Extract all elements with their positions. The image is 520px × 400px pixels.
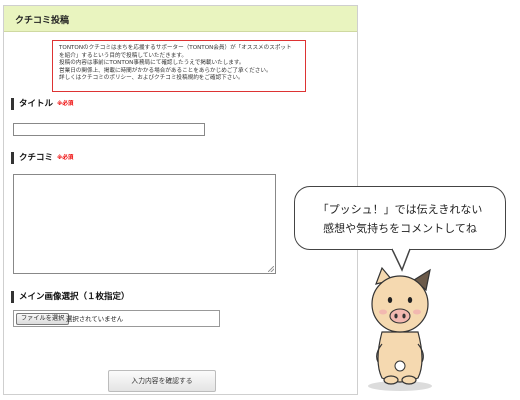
required-badge: ※必須 xyxy=(57,101,74,107)
notice-box: TONTONのクチコミはまちを応援するサポーター（TONTON会員）が「オススメ… xyxy=(52,40,306,92)
title-label: タイトル xyxy=(19,99,54,109)
notice-line: 詳しくはクチコミのポリシー、およびクチコミ投稿規約をご確認下さい。 xyxy=(59,75,244,82)
notice-line: TONTONのクチコミはまちを応援するサポーター（TONTON会員）が「オススメ… xyxy=(59,45,292,51)
title-section-label: タイトル ※必須 xyxy=(11,98,73,110)
confirm-input-button[interactable]: 入力内容を確認する xyxy=(108,370,216,392)
bubble-line: 「プッシュ！」では伝えきれない xyxy=(317,203,483,216)
review-section-label: クチコミ ※必須 xyxy=(11,152,73,164)
review-textarea[interactable] xyxy=(13,174,276,274)
file-input: ファイルを選択 選択されていません xyxy=(13,310,220,327)
panel-title: クチコミ投稿 xyxy=(15,16,70,26)
speech-bubble: 「プッシュ！」では伝えきれない 感想や気持ちをコメントしてね xyxy=(294,186,506,250)
notice-line: 投稿の内容は事前にTONTON事務局にて確認したうえで掲載いたします。 xyxy=(59,60,245,67)
panel-header: クチコミ投稿 xyxy=(4,6,357,32)
image-label: メイン画像選択（１枚指定） xyxy=(19,292,130,302)
title-input[interactable] xyxy=(13,123,205,136)
file-status-text: 選択されていません xyxy=(66,315,124,323)
pig-mascot-icon xyxy=(368,266,432,391)
review-label: クチコミ xyxy=(19,153,54,163)
bubble-line: 感想や気持ちをコメントしてね xyxy=(323,222,477,235)
resize-grip-icon[interactable] xyxy=(268,266,274,272)
choose-file-button[interactable]: ファイルを選択 xyxy=(16,313,70,325)
image-section-label: メイン画像選択（１枚指定） xyxy=(11,291,130,303)
required-badge: ※必須 xyxy=(57,155,74,161)
